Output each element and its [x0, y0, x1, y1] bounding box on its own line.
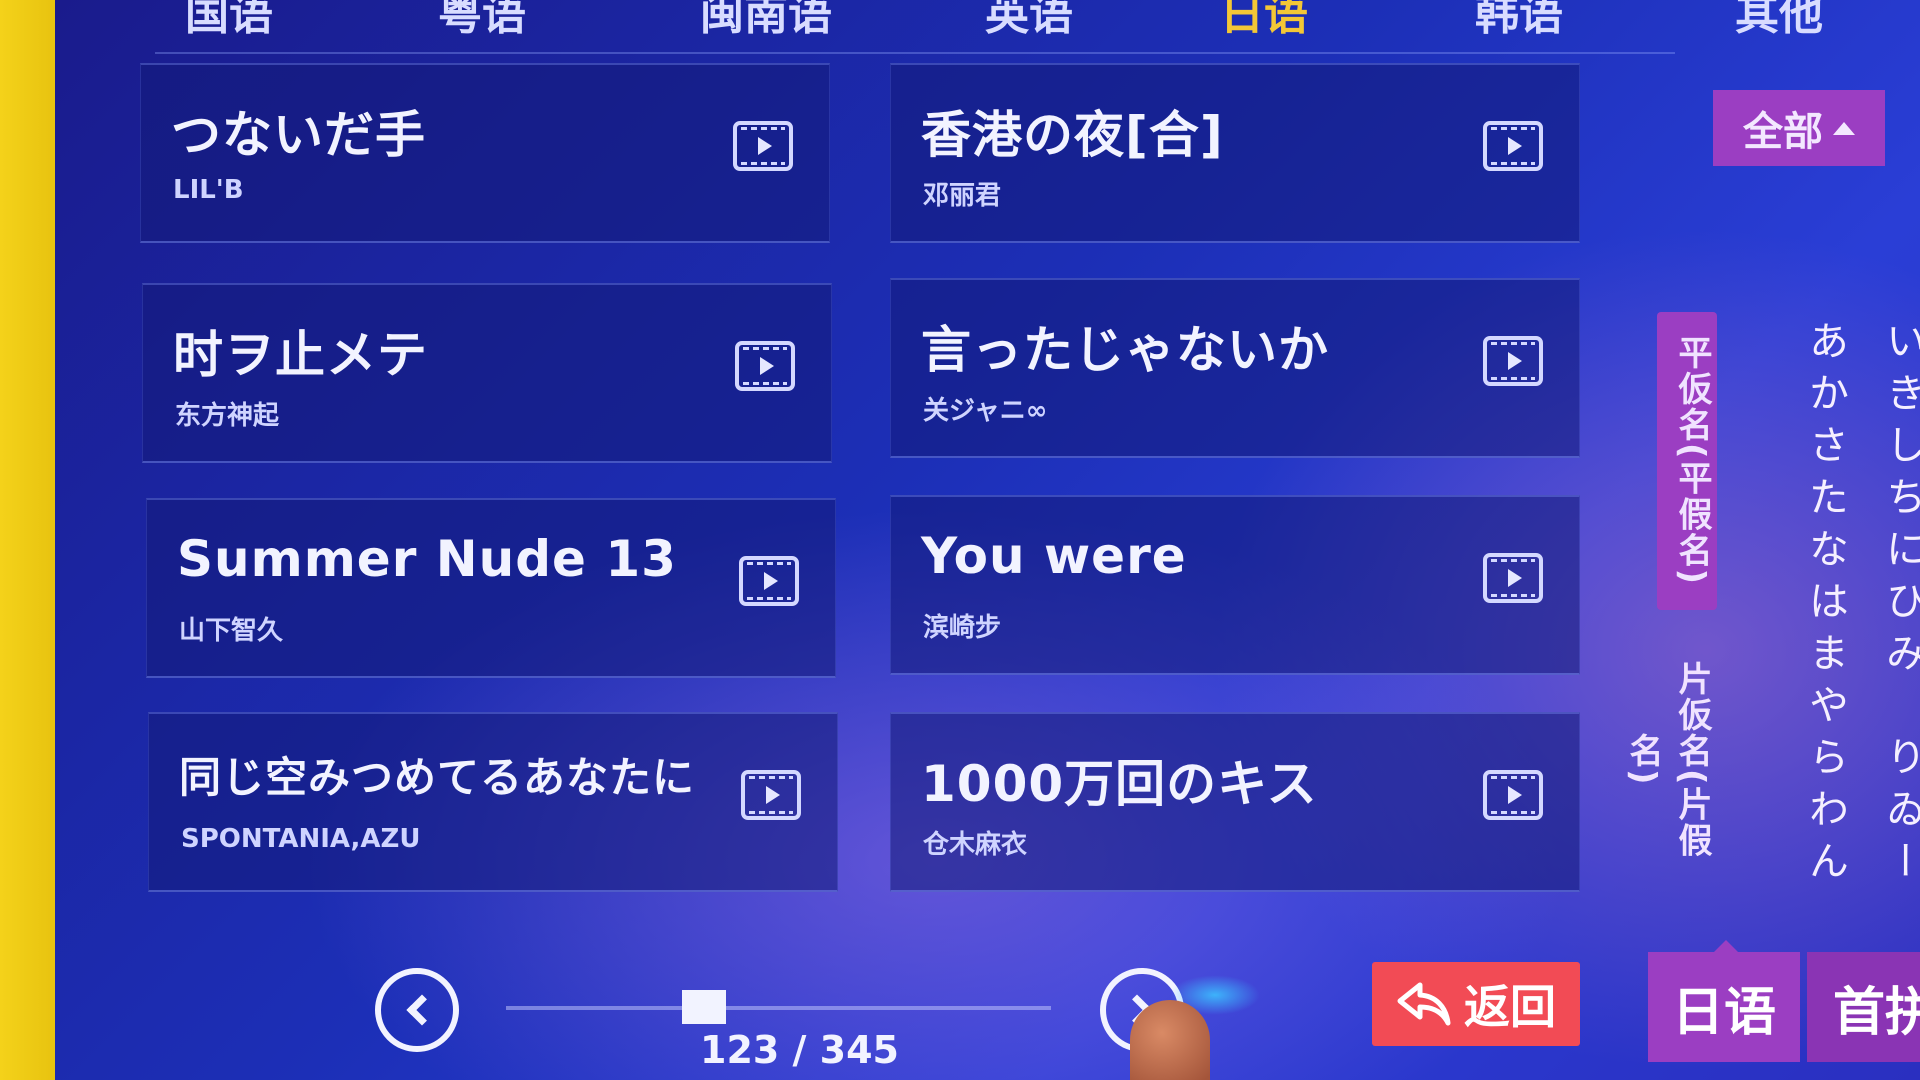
kana-column-i[interactable]: いきしちにひみ りゐー	[1879, 320, 1920, 892]
japanese-button[interactable]: 日语	[1648, 952, 1800, 1062]
song-title: つないだ手	[171, 106, 426, 164]
page-slider-thumb[interactable]	[682, 990, 726, 1024]
tabs-divider	[155, 52, 1675, 54]
tab-mandarin[interactable]: 国语	[185, 0, 273, 42]
song-card[interactable]: 时ヲ止メテ 东方神起	[142, 283, 832, 463]
song-artist: 关ジャニ∞	[923, 396, 1048, 426]
play-video-icon[interactable]	[1483, 770, 1543, 820]
back-label: 返回	[1464, 980, 1556, 1034]
prev-page-button[interactable]	[375, 968, 459, 1052]
kana-column-a[interactable]: あかさたなはまやらわん	[1802, 320, 1848, 892]
song-artist: 滨崎步	[923, 613, 1002, 643]
song-artist: 仓木麻衣	[923, 830, 1028, 860]
tab-japanese[interactable]: 日语	[1220, 0, 1308, 42]
song-title: 香港の夜[合]	[921, 106, 1224, 164]
song-card[interactable]: 言ったじゃないか 关ジャニ∞	[890, 278, 1580, 458]
play-video-icon[interactable]	[1483, 553, 1543, 603]
chevron-left-icon	[406, 994, 438, 1026]
song-title: You were	[921, 527, 1187, 585]
song-card[interactable]: Summer Nude 13 山下智久	[146, 498, 836, 678]
song-card[interactable]: 1000万回のキス 仓木麻衣	[890, 712, 1580, 892]
play-video-icon[interactable]	[735, 341, 795, 391]
page-slider-track[interactable]	[506, 1006, 1051, 1010]
song-card[interactable]: つないだ手 LIL'B	[140, 63, 830, 243]
play-video-icon[interactable]	[1483, 336, 1543, 386]
song-title: 同じ空みつめてるあなたに	[179, 753, 696, 802]
song-artist: 东方神起	[175, 401, 280, 431]
filter-all-label: 全部	[1743, 109, 1823, 155]
play-video-icon[interactable]	[741, 770, 801, 820]
song-artist: 邓丽君	[923, 181, 1002, 211]
tab-korean[interactable]: 韩语	[1475, 0, 1563, 42]
song-artist: SPONTANIA,AZU	[181, 824, 421, 854]
play-video-icon[interactable]	[1483, 121, 1543, 171]
caret-up-icon	[1833, 121, 1855, 135]
tab-other[interactable]: 其他	[1735, 0, 1823, 42]
tab-cantonese[interactable]: 粤语	[438, 0, 526, 42]
tab-katakana[interactable]: 片仮名(片假名)	[1623, 635, 1717, 885]
tab-english[interactable]: 英语	[985, 0, 1073, 42]
karaoke-screen: 国语 粤语 闽南语 英语 日语 韩语 其他 つないだ手 LIL'B 香港の夜[合…	[55, 0, 1920, 1080]
play-video-icon[interactable]	[733, 121, 793, 171]
user-finger	[1130, 1000, 1210, 1080]
screen-bezel	[0, 0, 58, 1080]
language-tabs: 国语 粤语 闽南语 英语 日语 韩语 其他	[155, 0, 1920, 40]
song-title: Summer Nude 13	[177, 530, 677, 588]
song-card[interactable]: You were 滨崎步	[890, 495, 1580, 675]
tab-hokkien[interactable]: 闽南语	[700, 0, 832, 42]
back-arrow-icon	[1397, 982, 1451, 1026]
song-artist: LIL'B	[173, 175, 244, 205]
filter-all-button[interactable]: 全部	[1713, 90, 1885, 166]
song-artist: 山下智久	[179, 616, 284, 646]
page-indicator: 123 / 345	[700, 1028, 899, 1072]
song-card[interactable]: 香港の夜[合] 邓丽君	[890, 63, 1580, 243]
song-title: 时ヲ止メテ	[173, 326, 428, 384]
initials-button[interactable]: 首拼	[1807, 952, 1920, 1062]
song-title: 1000万回のキス	[921, 755, 1318, 813]
song-card[interactable]: 同じ空みつめてるあなたに SPONTANIA,AZU	[148, 712, 838, 892]
song-title: 言ったじゃないか	[921, 321, 1329, 379]
play-video-icon[interactable]	[739, 556, 799, 606]
tab-hiragana[interactable]: 平仮名(平假名)	[1657, 312, 1717, 610]
back-button[interactable]: 返回	[1372, 962, 1580, 1046]
